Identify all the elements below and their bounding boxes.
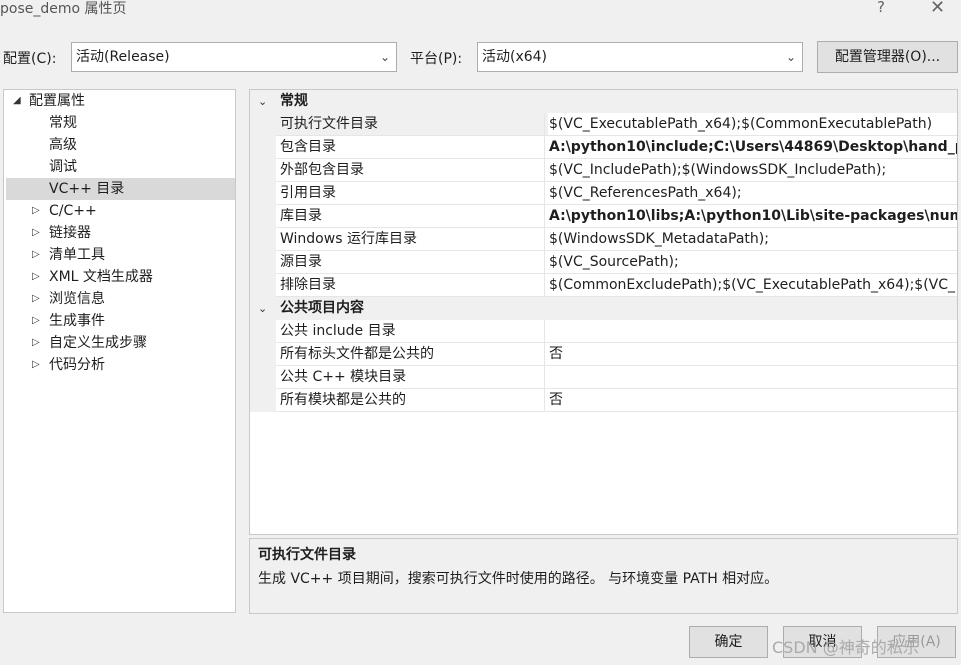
property-value[interactable]: A:\python10\include;C:\Users\44869\Deskt…	[544, 136, 957, 159]
collapsed-triangle-icon: ▷	[32, 205, 40, 216]
window-title: pose_demo 属性页	[0, 1, 127, 17]
description-title: 可执行文件目录	[258, 547, 356, 563]
property-row[interactable]: 公共 include 目录	[250, 320, 957, 343]
collapsed-triangle-icon: ▷	[32, 293, 40, 304]
property-value[interactable]: $(WindowsSDK_MetadataPath);	[544, 228, 957, 251]
collapsed-triangle-icon: ▷	[32, 315, 40, 326]
property-value[interactable]: 否	[544, 389, 957, 412]
property-name: 所有标头文件都是公共的	[276, 343, 548, 366]
property-row[interactable]: 引用目录 $(VC_ReferencesPath_x64);	[250, 182, 957, 205]
tree-item-advanced[interactable]: 高级	[4, 134, 235, 156]
tree-item-xml-doc-generator[interactable]: ▷ XML 文档生成器	[4, 266, 235, 288]
tree-item-label: 浏览信息	[49, 291, 105, 307]
platform-select[interactable]: 活动(x64) ⌄	[477, 42, 803, 72]
collapsed-triangle-icon: ▷	[32, 227, 40, 238]
tree-item-config-properties[interactable]: ◢ 配置属性	[4, 90, 235, 112]
property-name: 可执行文件目录	[276, 113, 548, 136]
tree-item-label: C/C++	[49, 203, 97, 219]
chevron-down-icon: ⌄	[379, 50, 390, 64]
category-label: 常规	[280, 93, 308, 109]
property-name: 库目录	[276, 205, 548, 228]
tree-item-label: 高级	[49, 137, 77, 153]
property-grid: ⌄ 常规 可执行文件目录 $(VC_ExecutablePath_x64);$(…	[249, 89, 958, 535]
ok-button[interactable]: 确定	[689, 626, 768, 658]
tree-item-code-analysis[interactable]: ▷ 代码分析	[4, 354, 235, 376]
property-name: 排除目录	[276, 274, 548, 297]
watermark: CSDN @神奇的私乐	[772, 638, 919, 657]
tree-item-label: 生成事件	[49, 313, 105, 329]
tree-item-build-events[interactable]: ▷ 生成事件	[4, 310, 235, 332]
property-value[interactable]: $(CommonExcludePath);$(VC_ExecutablePath…	[544, 274, 957, 297]
property-name: 所有模块都是公共的	[276, 389, 548, 412]
category-general[interactable]: ⌄ 常规	[250, 90, 957, 113]
property-name: 公共 C++ 模块目录	[276, 366, 548, 389]
tree-item-c-cpp[interactable]: ▷ C/C++	[4, 200, 235, 222]
collapsed-triangle-icon: ▷	[32, 249, 40, 260]
property-row[interactable]: 公共 C++ 模块目录	[250, 366, 957, 389]
property-value[interactable]	[544, 366, 957, 389]
tree-item-debugging[interactable]: 调试	[4, 156, 235, 178]
collapsed-triangle-icon: ▷	[32, 337, 40, 348]
property-value[interactable]: $(VC_ExecutablePath_x64);$(CommonExecuta…	[544, 113, 957, 136]
tree-item-custom-build-step[interactable]: ▷ 自定义生成步骤	[4, 332, 235, 354]
tree-item-label: VC++ 目录	[49, 181, 125, 197]
tree-item-linker[interactable]: ▷ 链接器	[4, 222, 235, 244]
tree-item-label: 代码分析	[49, 357, 105, 373]
property-row[interactable]: 可执行文件目录 $(VC_ExecutablePath_x64);$(Commo…	[250, 113, 957, 136]
collapsed-triangle-icon: ▷	[32, 271, 40, 282]
property-name: Windows 运行库目录	[276, 228, 548, 251]
category-public-project-content[interactable]: ⌄ 公共项目内容	[250, 297, 957, 320]
property-row[interactable]: 所有标头文件都是公共的 否	[250, 343, 957, 366]
property-tree: ◢ 配置属性 常规 高级 调试 VC++ 目录 ▷ C/C++ ▷ 链接器 ▷ …	[3, 89, 236, 613]
config-manager-button[interactable]: 配置管理器(O)...	[817, 41, 958, 73]
expanded-triangle-icon: ◢	[13, 95, 21, 106]
platform-label: 平台(P):	[410, 51, 463, 67]
property-value[interactable]	[544, 320, 957, 343]
config-label: 配置(C):	[3, 51, 57, 67]
property-name: 包含目录	[276, 136, 548, 159]
property-name: 外部包含目录	[276, 159, 548, 182]
property-value[interactable]: A:\python10\libs;A:\python10\Lib\site-pa…	[544, 205, 957, 228]
property-value[interactable]: $(VC_IncludePath);$(WindowsSDK_IncludePa…	[544, 159, 957, 182]
help-icon[interactable]: ?	[877, 0, 885, 16]
property-row[interactable]: 包含目录 A:\python10\include;C:\Users\44869\…	[250, 136, 957, 159]
description-text: 生成 VC++ 项目期间，搜索可执行文件时使用的路径。 与环境变量 PATH 相…	[258, 571, 779, 587]
title-bar: pose_demo 属性页 ? ✕	[0, 0, 961, 20]
tree-item-label: 配置属性	[29, 93, 85, 109]
close-icon[interactable]: ✕	[930, 0, 945, 18]
config-select[interactable]: 活动(Release) ⌄	[71, 42, 397, 72]
property-name: 源目录	[276, 251, 548, 274]
tree-item-general[interactable]: 常规	[4, 112, 235, 134]
chevron-down-icon: ⌄	[258, 302, 268, 315]
property-value[interactable]: $(VC_ReferencesPath_x64);	[544, 182, 957, 205]
tree-item-manifest-tool[interactable]: ▷ 清单工具	[4, 244, 235, 266]
property-row[interactable]: 库目录 A:\python10\libs;A:\python10\Lib\sit…	[250, 205, 957, 228]
tree-item-label: 调试	[49, 159, 77, 175]
tree-item-label: 常规	[49, 115, 77, 131]
description-panel: 可执行文件目录 生成 VC++ 项目期间，搜索可执行文件时使用的路径。 与环境变…	[249, 538, 958, 614]
property-row[interactable]: 源目录 $(VC_SourcePath);	[250, 251, 957, 274]
chevron-down-icon: ⌄	[785, 50, 796, 64]
property-row[interactable]: 所有模块都是公共的 否	[250, 389, 957, 412]
chevron-down-icon: ⌄	[258, 95, 268, 108]
property-row[interactable]: 排除目录 $(CommonExcludePath);$(VC_Executabl…	[250, 274, 957, 297]
config-select-value: 活动(Release)	[76, 49, 170, 65]
property-row[interactable]: 外部包含目录 $(VC_IncludePath);$(WindowsSDK_In…	[250, 159, 957, 182]
property-row[interactable]: Windows 运行库目录 $(WindowsSDK_MetadataPath)…	[250, 228, 957, 251]
platform-select-value: 活动(x64)	[482, 49, 548, 65]
tree-item-label: 链接器	[49, 225, 91, 241]
tree-item-label: 自定义生成步骤	[49, 335, 147, 351]
property-value[interactable]: 否	[544, 343, 957, 366]
category-label: 公共项目内容	[280, 300, 364, 316]
tree-item-browse-info[interactable]: ▷ 浏览信息	[4, 288, 235, 310]
tree-item-label: 清单工具	[49, 247, 105, 263]
property-value[interactable]: $(VC_SourcePath);	[544, 251, 957, 274]
tree-item-label: XML 文档生成器	[49, 269, 153, 285]
collapsed-triangle-icon: ▷	[32, 359, 40, 370]
tree-item-vc-directories[interactable]: VC++ 目录	[6, 178, 235, 200]
property-name: 引用目录	[276, 182, 548, 205]
property-name: 公共 include 目录	[276, 320, 548, 343]
